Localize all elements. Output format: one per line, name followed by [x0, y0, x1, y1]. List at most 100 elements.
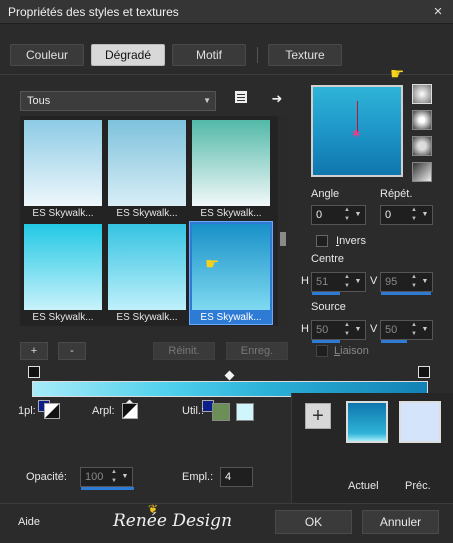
arrow-right-icon[interactable]: ➜	[268, 90, 286, 108]
preset-swatch	[24, 120, 102, 206]
util-label: Util.:	[182, 405, 204, 417]
save-preset-button[interactable]: Enreg.	[226, 342, 288, 360]
chevron-down-icon[interactable]: ▼	[420, 206, 430, 224]
center-v-field[interactable]: 95 ▲ ▼ ▼	[380, 272, 433, 295]
preset-scrollbar[interactable]	[278, 116, 288, 326]
spin-arrows-icon[interactable]: ▲ ▼	[411, 321, 420, 339]
one-pl-label: 1pl:	[18, 405, 36, 417]
repeat-field[interactable]: 0 ▲ ▼ ▼	[380, 205, 433, 225]
arpl-label: Arpl:	[92, 405, 115, 417]
close-icon[interactable]: ×	[429, 3, 447, 21]
title-bar: Propriétés des styles et textures ×	[0, 0, 453, 24]
foreground-corner-icon[interactable]	[44, 403, 60, 419]
spin-arrows-icon[interactable]: ▲ ▼	[111, 468, 120, 486]
preset-item[interactable]: ES Skywalk...	[22, 222, 104, 324]
previous-swatch[interactable]	[399, 401, 441, 443]
center-v-bar	[381, 292, 431, 295]
tab-degrade[interactable]: Dégradé	[91, 44, 165, 66]
stop-color-swatch[interactable]	[236, 403, 254, 421]
location-field[interactable]: 4	[220, 467, 253, 487]
preset-item-selected[interactable]: ES Skywalk...	[189, 221, 273, 325]
source-h-field[interactable]: 50 ▲ ▼ ▼	[311, 320, 366, 343]
preset-item[interactable]: ES Skywalk...	[22, 118, 104, 220]
opacity-stop-icon[interactable]	[418, 366, 430, 378]
spin-arrows-icon[interactable]: ▲ ▼	[344, 321, 353, 339]
tab-motif[interactable]: Motif	[172, 44, 246, 66]
spin-arrows-icon[interactable]: ▲ ▼	[344, 206, 353, 224]
repeat-label: Répét.	[380, 188, 413, 200]
angle-value: 0	[316, 209, 323, 221]
preset-label: ES Skywalk...	[200, 208, 262, 219]
source-v-label: V	[370, 323, 378, 335]
source-h-bar	[312, 340, 340, 343]
link-label: Liaison	[334, 345, 369, 357]
category-value: Tous	[27, 95, 51, 107]
opacity-label: Opacité:	[26, 471, 67, 483]
chevron-down-icon[interactable]: ▼	[120, 468, 130, 486]
opacity-bar	[81, 487, 134, 490]
preset-label: ES Skywalk...	[116, 208, 178, 219]
current-label: Actuel	[348, 480, 379, 492]
background-corner-icon[interactable]	[122, 403, 138, 419]
opacity-field[interactable]: 100 ▲ ▼ ▼	[80, 467, 134, 490]
center-h-bar	[312, 292, 340, 295]
radial-style-icon[interactable]	[412, 162, 432, 182]
link-checkbox[interactable]	[316, 345, 328, 357]
chevron-down-icon[interactable]: ▼	[353, 206, 363, 224]
preset-item[interactable]: ES Skywalk...	[106, 222, 188, 324]
watermark-logo: Renée Design	[113, 511, 233, 531]
category-select[interactable]: Tous ▼	[20, 91, 216, 111]
window-title: Propriétés des styles et textures	[8, 5, 179, 19]
chevron-down-icon[interactable]: ▼	[420, 273, 430, 291]
preset-label: ES Skywalk...	[32, 312, 94, 323]
library-options-icon[interactable]	[232, 90, 250, 108]
preset-label: ES Skywalk...	[200, 312, 262, 323]
chevron-down-icon[interactable]: ▼	[353, 321, 363, 339]
scrollbar-handle[interactable]	[280, 232, 286, 246]
tab-texture[interactable]: Texture	[268, 44, 342, 66]
spin-arrows-icon[interactable]: ▲ ▼	[344, 273, 353, 291]
gradient-preview[interactable]: ✱	[311, 85, 403, 177]
source-h-label: H	[301, 323, 309, 335]
tab-couleur[interactable]: Couleur	[10, 44, 84, 66]
opacity-midpoint-icon[interactable]	[224, 370, 235, 381]
reset-button[interactable]: Réinit.	[153, 342, 215, 360]
spin-arrows-icon[interactable]: ▲ ▼	[411, 273, 420, 291]
ok-button[interactable]: OK	[275, 510, 352, 534]
add-swatch-button[interactable]: +	[305, 403, 331, 429]
invert-checkbox[interactable]	[316, 235, 328, 247]
util-color-swatch[interactable]	[212, 403, 230, 421]
preset-item[interactable]: ES Skywalk...	[106, 118, 188, 220]
current-swatch[interactable]	[346, 401, 388, 443]
rectangular-style-icon[interactable]	[412, 110, 432, 130]
spin-arrows-icon[interactable]: ▲ ▼	[411, 206, 420, 224]
help-link[interactable]: Aide	[18, 516, 40, 528]
preset-label: ES Skywalk...	[116, 312, 178, 323]
preset-swatch	[192, 224, 270, 310]
preset-swatch	[192, 120, 270, 206]
center-marker-icon[interactable]: ✱	[352, 129, 360, 140]
sunburst-style-icon[interactable]	[412, 136, 432, 156]
cancel-button[interactable]: Annuler	[362, 510, 439, 534]
chevron-down-icon: ▼	[203, 96, 211, 105]
preset-label: ES Skywalk...	[32, 208, 94, 219]
pointing-hand-icon: ☛	[390, 66, 405, 83]
preset-swatch	[108, 120, 186, 206]
source-h-value: 50	[316, 324, 329, 336]
center-h-field[interactable]: 51 ▲ ▼ ▼	[311, 272, 366, 295]
chevron-down-icon[interactable]: ▼	[353, 273, 363, 291]
opacity-stop-icon[interactable]	[28, 366, 40, 378]
remove-preset-button[interactable]: -	[58, 342, 86, 360]
chevron-down-icon[interactable]: ▼	[420, 321, 430, 339]
previous-label: Préc.	[405, 480, 431, 492]
linear-style-icon[interactable]	[412, 84, 432, 104]
invert-label: Invers	[336, 235, 366, 247]
add-preset-button[interactable]: +	[20, 342, 48, 360]
source-v-field[interactable]: 50 ▲ ▼ ▼	[380, 320, 433, 343]
repeat-value: 0	[385, 209, 392, 221]
center-v-label: V	[370, 275, 378, 287]
angle-field[interactable]: 0 ▲ ▼ ▼	[311, 205, 366, 225]
preset-item[interactable]: ES Skywalk...	[190, 118, 272, 220]
tab-separator	[257, 47, 258, 63]
angle-label: Angle	[311, 188, 340, 200]
